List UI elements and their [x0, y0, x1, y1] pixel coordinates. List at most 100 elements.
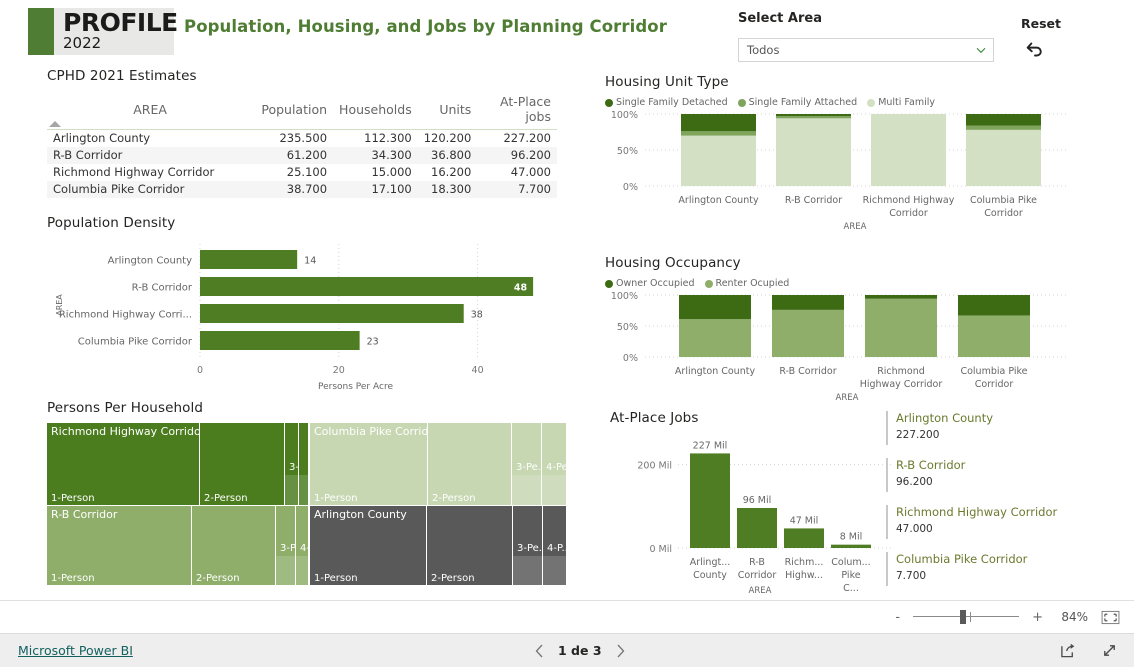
legend-item[interactable]: Single Family Detached [605, 97, 728, 108]
zoom-level-label: 84% [1061, 610, 1088, 624]
fit-to-page-icon[interactable] [1101, 610, 1120, 625]
share-icon[interactable] [1060, 642, 1077, 659]
density-bar[interactable] [200, 304, 464, 323]
category-label: Richmond Highway Corri... [59, 310, 192, 321]
zoom-slider-thumb[interactable] [960, 610, 967, 624]
kpi-card[interactable]: Arlington County 227.200 [886, 410, 1086, 448]
legend-item[interactable]: Renter Ocupied [704, 278, 790, 289]
housing-occupancy-chart[interactable]: 0% 50% 100% Arlington County R-B Corridor Ric… [605, 289, 1075, 424]
stacked-segment[interactable] [681, 135, 756, 186]
stacked-segment[interactable] [776, 114, 851, 117]
select-area-dropdown[interactable]: Todos [738, 38, 994, 62]
housing-occupancy-legend[interactable]: Owner Occupied Renter Ocupied [605, 278, 1075, 289]
kpi-card[interactable]: Columbia Pike Corridor 7.700 [886, 551, 1086, 589]
jobs-bar[interactable] [831, 544, 871, 548]
treemap-canvas[interactable]: Richmond Highway Corridor 1-Person 2-Perso… [47, 423, 567, 585]
kpi-title: Richmond Highway Corridor [896, 505, 1058, 519]
jobs-bar[interactable] [784, 528, 824, 548]
stacked-segment[interactable] [772, 295, 844, 310]
treemap-cell[interactable]: Arlington County 1-Person [310, 506, 426, 585]
table-row[interactable]: R-B Corridor 61.200 34.300 36.800 96.200 [47, 147, 557, 164]
zoom-statusbar: - + 84% [0, 600, 1134, 633]
x-axis-title: AREA [844, 222, 867, 232]
undo-arrow-icon[interactable] [1024, 38, 1046, 60]
stacked-segment[interactable] [865, 295, 937, 299]
x-axis-title: AREA [749, 586, 772, 594]
kpi-value: 47.000 [896, 523, 933, 535]
stacked-segment[interactable] [966, 125, 1041, 130]
density-bar[interactable] [200, 277, 534, 296]
col-header-population[interactable]: Population [253, 92, 334, 130]
treemap-cell-label: 2-Person [431, 573, 475, 584]
housing-unit-type-legend[interactable]: Single Family Detached Single Family Atta… [605, 97, 1075, 108]
treemap-cell[interactable]: 2-Person [427, 506, 512, 585]
estimates-table[interactable]: AREA Population Households Units At-Plac… [47, 92, 557, 198]
powerbi-brand-link[interactable]: Microsoft Power BI [18, 643, 133, 658]
kpi-card[interactable]: Richmond Highway Corridor 47.000 [886, 504, 1086, 542]
jobs-bar[interactable] [690, 453, 730, 548]
zoom-in-button[interactable]: + [1032, 610, 1043, 625]
y-tick-label: 0% [623, 182, 638, 193]
treemap-cell[interactable]: R-B Corridor 1-Person [47, 506, 191, 585]
treemap-cell-label: 2-Person [204, 493, 248, 504]
zoom-out-button[interactable]: - [895, 610, 900, 625]
treemap-cell-label: 4-P... [547, 543, 566, 554]
col-header-area[interactable]: AREA [47, 92, 254, 130]
kpi-accent-bar [886, 411, 888, 445]
cell-area: Columbia Pike Corridor [53, 182, 185, 196]
cell-value: 47.000 [510, 165, 551, 179]
zoom-slider[interactable] [913, 610, 1020, 624]
col-header-households[interactable]: Households [333, 92, 418, 130]
legend-item[interactable]: Single Family Attached [737, 97, 857, 108]
table-row[interactable]: Columbia Pike Corridor 38.700 17.100 18.300… [47, 181, 557, 198]
stacked-segment[interactable] [865, 298, 937, 357]
col-header-units[interactable]: Units [417, 92, 478, 130]
stacked-segment[interactable] [966, 129, 1041, 186]
treemap-cell[interactable] [299, 423, 308, 505]
population-density-chart[interactable]: 0 20 40 Arlington County 14 R-B Corridor 48 Ric… [47, 237, 567, 392]
stacked-segment[interactable] [776, 116, 851, 119]
chevron-right-icon[interactable] [616, 644, 625, 658]
kpi-accent-bar [886, 505, 888, 539]
data-label: 14 [304, 256, 316, 267]
treemap-cell[interactable]: Columbia Pike Corridor 1-Person [310, 423, 427, 505]
stacked-segment[interactable] [966, 114, 1041, 126]
category-label: Columbia Pike Corridor [78, 337, 193, 348]
fullscreen-icon[interactable] [1101, 642, 1118, 659]
stacked-segment[interactable] [679, 319, 751, 357]
treemap-cell[interactable]: 4-P... [543, 506, 566, 585]
legend-item[interactable]: Multi Family [867, 97, 935, 108]
stacked-segment[interactable] [681, 131, 756, 136]
table-row[interactable]: Richmond Highway Corridor 25.100 15.000 16.… [47, 164, 557, 181]
treemap-cell[interactable]: 3-... [285, 423, 298, 505]
stacked-segment[interactable] [681, 114, 756, 132]
housing-unit-type-chart[interactable]: 0% 50% 100% Arlington County R-B Corridor Ric… [605, 108, 1075, 258]
jobs-bar[interactable] [737, 508, 777, 548]
chevron-left-icon[interactable] [535, 644, 544, 658]
col-header-atplace-jobs[interactable]: At-Place jobs [477, 92, 557, 130]
treemap-cell[interactable]: 3-Pe... [276, 506, 295, 585]
at-place-jobs-chart[interactable]: 0 Mil 200 Mil 227 Mil Arlingt... County 96 Mi… [610, 426, 895, 596]
legend-item[interactable]: Owner Occupied [605, 278, 695, 289]
treemap-cell[interactable]: 2-Person [428, 423, 511, 505]
cell-value: 17.100 [371, 182, 412, 196]
stacked-segment[interactable] [772, 309, 844, 357]
density-bar[interactable] [200, 250, 298, 269]
treemap-cell[interactable]: 3-Pe... [513, 506, 542, 585]
cell-area: Richmond Highway Corridor [53, 165, 215, 179]
treemap-cell[interactable]: 4-... [296, 506, 308, 585]
stacked-segment[interactable] [958, 295, 1030, 316]
kpi-card[interactable]: R-B Corridor 96.200 [886, 457, 1086, 495]
stacked-segment[interactable] [776, 118, 851, 186]
treemap-cell[interactable]: Richmond Highway Corridor 1-Person [47, 423, 199, 505]
stacked-segment[interactable] [958, 315, 1030, 357]
treemap-cell[interactable]: 2-Person [200, 423, 284, 505]
stacked-segment[interactable] [679, 295, 751, 320]
table-row[interactable]: Arlington County 235.500 112.300 120.200 227… [47, 130, 557, 148]
legend-label: Renter Ocupied [715, 278, 790, 289]
treemap-cell[interactable]: 3-Pe... [512, 423, 541, 505]
density-bar[interactable] [200, 331, 360, 350]
treemap-cell[interactable]: 4-Pe... [542, 423, 566, 505]
treemap-cell[interactable]: 2-Person [192, 506, 275, 585]
stacked-segment[interactable] [871, 114, 946, 186]
